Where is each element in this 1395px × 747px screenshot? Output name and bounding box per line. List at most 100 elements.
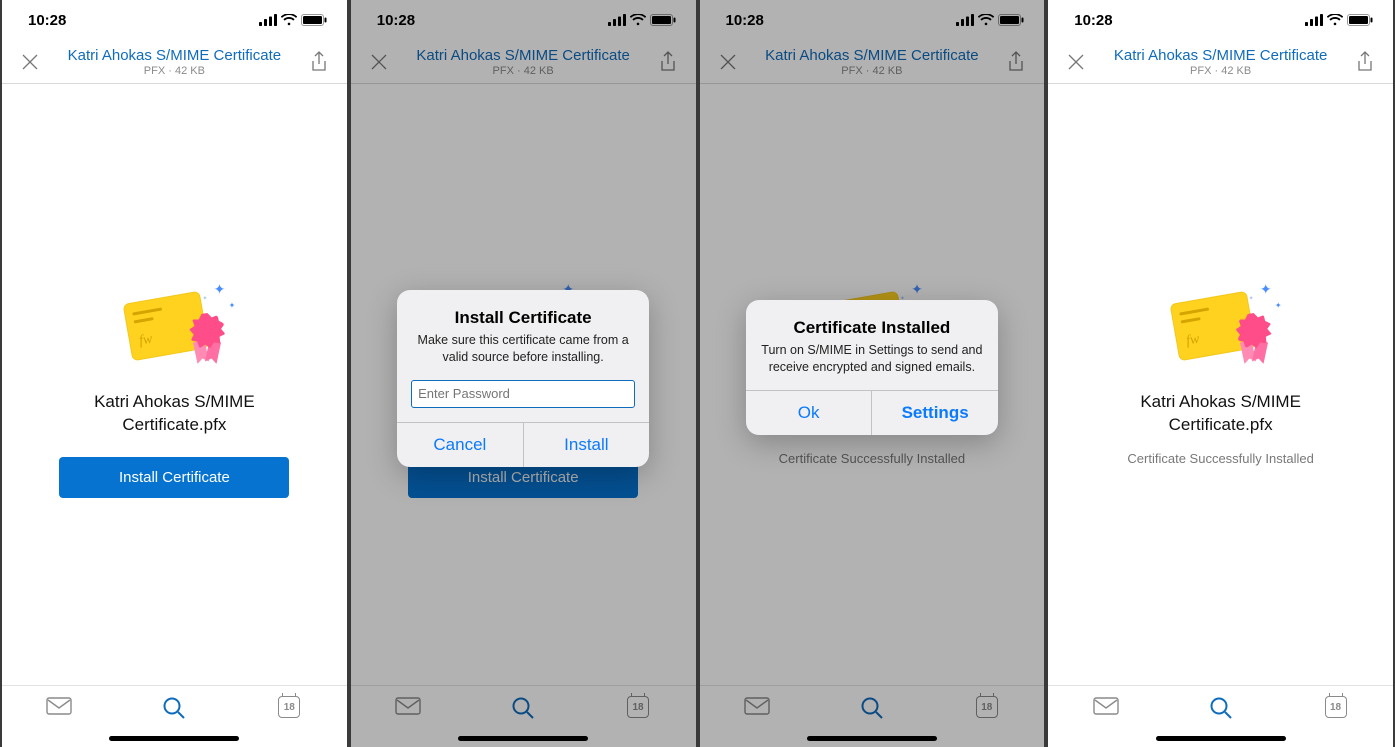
share-button[interactable] <box>652 51 684 73</box>
status-indicators <box>259 14 327 26</box>
tab-search[interactable] <box>144 696 204 720</box>
wifi-icon <box>281 14 297 26</box>
main-content: fw ✦✦✦ Katri Ahokas S/MIMECertificate.pf… <box>1048 84 1393 685</box>
share-icon <box>310 51 328 73</box>
cancel-button[interactable]: Cancel <box>397 423 523 467</box>
tab-mail[interactable] <box>378 696 438 716</box>
dialog-title: Install Certificate <box>411 308 635 328</box>
certificate-illustration: fw ✦✦✦ <box>119 279 229 379</box>
wifi-icon <box>630 14 646 26</box>
tab-calendar[interactable]: 18 <box>1306 696 1366 718</box>
tab-calendar[interactable]: 18 <box>259 696 319 718</box>
status-time: 10:28 <box>1074 12 1112 29</box>
close-icon <box>370 53 388 71</box>
status-time: 10:28 <box>28 12 66 29</box>
search-icon <box>511 696 535 720</box>
search-icon <box>860 696 884 720</box>
certificate-filename: Katri Ahokas S/MIMECertificate.pfx <box>1140 391 1301 437</box>
battery-icon <box>650 14 676 26</box>
header-subtitle: PFX · 42 KB <box>46 65 303 77</box>
header-title-block: Katri Ahokas S/MIME Certificate PFX · 42… <box>395 47 652 77</box>
header-title: Katri Ahokas S/MIME Certificate <box>744 47 1001 64</box>
certificate-installed-dialog: Certificate Installed Turn on S/MIME in … <box>746 300 998 435</box>
home-indicator[interactable] <box>458 736 588 741</box>
tab-bar: 18 <box>351 685 696 747</box>
calendar-icon: 18 <box>627 696 649 718</box>
main-content: fw ✦✦✦ Katri Ahokas S/MIME Certificate.p… <box>2 84 347 685</box>
install-certificate-button[interactable]: Install Certificate <box>59 457 289 498</box>
share-icon <box>1356 51 1374 73</box>
tab-search[interactable] <box>493 696 553 720</box>
close-icon <box>21 53 39 71</box>
dialog-title: Certificate Installed <box>760 318 984 338</box>
wifi-icon <box>978 14 994 26</box>
nav-header: Katri Ahokas S/MIME Certificate PFX · 42… <box>1048 40 1393 84</box>
status-indicators <box>1305 14 1373 26</box>
header-title-block: Katri Ahokas S/MIME Certificate PFX · 42… <box>1092 47 1349 77</box>
close-button[interactable] <box>712 53 744 71</box>
close-button[interactable] <box>363 53 395 71</box>
cellular-icon <box>1305 14 1323 26</box>
tab-search[interactable] <box>842 696 902 720</box>
ok-button[interactable]: Ok <box>746 391 872 435</box>
battery-icon <box>998 14 1024 26</box>
battery-icon <box>1347 14 1373 26</box>
install-certificate-dialog: Install Certificate Make sure this certi… <box>397 290 649 467</box>
mail-icon <box>744 696 770 716</box>
certificate-filename: Katri Ahokas S/MIME Certificate.pfx <box>94 391 255 437</box>
dialog-message: Turn on S/MIME in Settings to send and r… <box>760 342 984 376</box>
cellular-icon <box>608 14 626 26</box>
header-subtitle: PFX · 42 KB <box>395 65 652 77</box>
mail-icon <box>395 696 421 716</box>
calendar-icon: 18 <box>278 696 300 718</box>
tab-calendar[interactable]: 18 <box>957 696 1017 718</box>
nav-header: Katri Ahokas S/MIME Certificate PFX · 42… <box>351 40 696 84</box>
tab-bar: 18 <box>2 685 347 747</box>
calendar-icon: 18 <box>1325 696 1347 718</box>
success-message: Certificate Successfully Installed <box>1127 451 1313 466</box>
header-subtitle: PFX · 42 KB <box>1092 65 1349 77</box>
status-bar: 10:28 <box>700 0 1045 40</box>
nav-header: Katri Ahokas S/MIME Certificate PFX · 42… <box>700 40 1045 84</box>
tab-mail[interactable] <box>29 696 89 716</box>
nav-header: Katri Ahokas S/MIME Certificate PFX · 42… <box>2 40 347 84</box>
share-button[interactable] <box>1000 51 1032 73</box>
mail-icon <box>46 696 72 716</box>
tab-calendar[interactable]: 18 <box>608 696 668 718</box>
header-title-block: Katri Ahokas S/MIME Certificate PFX · 42… <box>46 47 303 77</box>
close-icon <box>1067 53 1085 71</box>
screen-initial: 10:28 Katri Ahokas S/MIME Certificate PF… <box>0 0 349 747</box>
search-icon <box>162 696 186 720</box>
share-icon <box>659 51 677 73</box>
tab-mail[interactable] <box>727 696 787 716</box>
header-title: Katri Ahokas S/MIME Certificate <box>395 47 652 64</box>
cellular-icon <box>259 14 277 26</box>
home-indicator[interactable] <box>1156 736 1286 741</box>
status-bar: 10:28 <box>1048 0 1393 40</box>
tab-bar: 18 <box>700 685 1045 747</box>
search-icon <box>1209 696 1233 720</box>
tab-bar: 18 <box>1048 685 1393 747</box>
settings-button[interactable]: Settings <box>871 391 998 435</box>
cellular-icon <box>956 14 974 26</box>
battery-icon <box>301 14 327 26</box>
install-confirm-button[interactable]: Install <box>523 423 650 467</box>
header-subtitle: PFX · 42 KB <box>744 65 1001 77</box>
mail-icon <box>1093 696 1119 716</box>
share-button[interactable] <box>303 51 335 73</box>
share-button[interactable] <box>1349 51 1381 73</box>
close-icon <box>719 53 737 71</box>
tab-mail[interactable] <box>1076 696 1136 716</box>
header-title: Katri Ahokas S/MIME Certificate <box>1092 47 1349 64</box>
certificate-illustration: fw ✦✦✦ <box>1166 279 1276 379</box>
password-input[interactable] <box>411 380 635 408</box>
screen-success: 10:28 Katri Ahokas S/MIME Certificate PF… <box>1046 0 1395 747</box>
success-message: Certificate Successfully Installed <box>779 451 965 466</box>
close-button[interactable] <box>14 53 46 71</box>
home-indicator[interactable] <box>807 736 937 741</box>
tab-search[interactable] <box>1191 696 1251 720</box>
status-time: 10:28 <box>377 12 415 29</box>
close-button[interactable] <box>1060 53 1092 71</box>
home-indicator[interactable] <box>109 736 239 741</box>
status-time: 10:28 <box>726 12 764 29</box>
